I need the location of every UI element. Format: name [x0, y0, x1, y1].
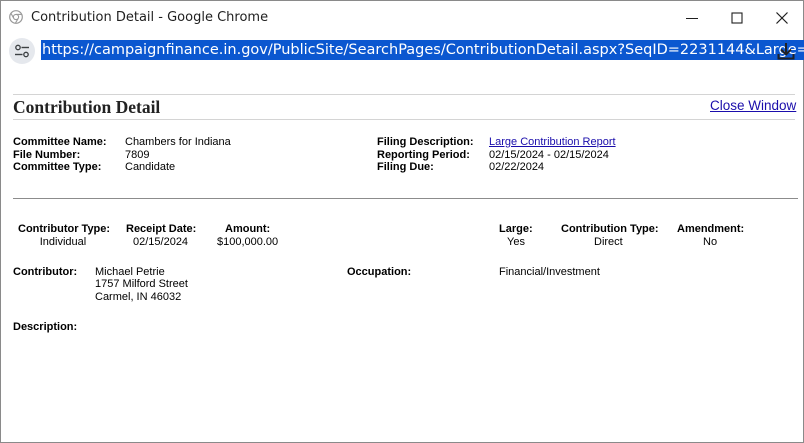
contributor-name: Michael Petrie [95, 266, 165, 278]
page-content: Contribution Detail Close Window Committ… [1, 67, 803, 441]
filing-due-label: Filing Due: [377, 161, 434, 173]
amount-value: $100,000.00 [217, 236, 279, 248]
url-field[interactable]: https://campaignfinance.in.gov/PublicSit… [41, 40, 804, 60]
window-title: Contribution Detail - Google Chrome [31, 10, 269, 25]
download-button[interactable] [774, 39, 798, 63]
section-divider [13, 198, 798, 199]
top-divider [13, 94, 795, 95]
contributor-type-label: Contributor Type: [18, 223, 111, 235]
description-label: Description: [13, 321, 78, 333]
file-number-value: 7809 [125, 149, 150, 161]
site-info-icon [15, 44, 29, 58]
occupation-label: Occupation: [347, 266, 412, 278]
reporting-period-value: 02/15/2024 - 02/15/2024 [489, 149, 609, 161]
reporting-period-label: Reporting Period: [377, 149, 470, 161]
page-title: Contribution Detail [13, 97, 161, 117]
filing-description-link[interactable]: Large Contribution Report [489, 136, 616, 148]
large-label: Large: [499, 223, 533, 235]
title-divider [13, 119, 795, 120]
contribution-type-label: Contribution Type: [561, 223, 659, 235]
amendment-value: No [703, 236, 718, 248]
address-bar: https://campaignfinance.in.gov/PublicSit… [1, 34, 804, 67]
filing-description-label: Filing Description: [377, 136, 474, 148]
file-number-label: File Number: [13, 149, 81, 161]
occupation-value: Financial/Investment [499, 266, 600, 278]
close-window-link[interactable]: Close Window [710, 98, 796, 113]
committee-name-label: Committee Name: [13, 136, 107, 148]
amount-label: Amount: [225, 223, 271, 235]
receipt-date-label: Receipt Date: [126, 223, 197, 235]
amendment-label: Amendment: [677, 223, 745, 235]
committee-name-value: Chambers for Indiana [125, 136, 231, 148]
maximize-icon [731, 12, 743, 24]
contributor-label: Contributor: [13, 266, 78, 278]
large-value: Yes [507, 236, 525, 248]
maximize-button[interactable] [714, 2, 760, 34]
minimize-button[interactable] [669, 2, 715, 34]
title-bar: Contribution Detail - Google Chrome [1, 1, 803, 34]
filing-due-value: 02/22/2024 [489, 161, 545, 173]
minimize-icon [686, 18, 698, 19]
committee-type-label: Committee Type: [13, 161, 102, 173]
download-icon [777, 43, 795, 60]
contribution-type-value: Direct [594, 236, 623, 248]
close-icon [776, 12, 788, 24]
close-window-button[interactable] [759, 2, 804, 34]
chrome-icon [9, 10, 23, 24]
contributor-street: 1757 Milford Street [95, 278, 188, 290]
committee-type-value: Candidate [125, 161, 176, 173]
contributor-city-state-zip: Carmel, IN 46032 [95, 291, 182, 303]
receipt-date-value: 02/15/2024 [133, 236, 189, 248]
site-info-button[interactable] [9, 38, 35, 64]
contributor-type-value: Individual [39, 236, 87, 248]
